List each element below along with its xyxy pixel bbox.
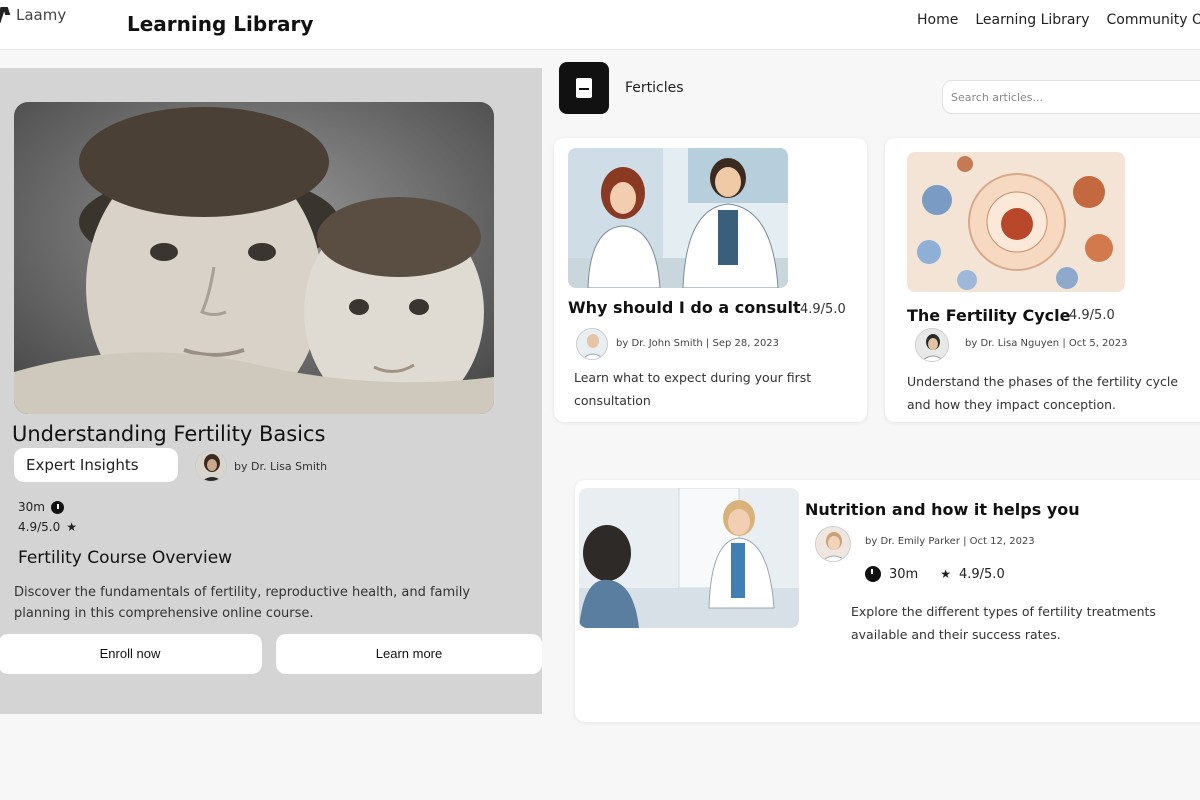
overview-heading: Fertility Course Overview — [18, 548, 233, 568]
category-tag[interactable]: Expert Insights — [14, 448, 178, 482]
instructor-name: by Dr. Lisa Smith — [234, 460, 328, 473]
clock-icon — [50, 500, 64, 514]
article-image — [579, 488, 799, 628]
article-stats: 30m ★ 4.9/5.0 — [865, 566, 1005, 582]
article-description: Understand the phases of the fertility c… — [907, 374, 1179, 412]
clock-icon — [865, 566, 881, 582]
top-navbar: Laamy Learning Library Home Learning Lib… — [0, 0, 1200, 50]
article-meta: by Dr. John Smith | Sep 28, 2023 — [616, 338, 780, 349]
article-description: Explore the different types of fertility… — [851, 604, 1156, 642]
articles-section-label: Ferticles — [625, 80, 684, 96]
main-nav: Home Learning Library Community O — [917, 12, 1200, 28]
nav-home[interactable]: Home — [917, 12, 958, 28]
articles-icon — [559, 62, 609, 114]
logo-text: Laamy — [16, 6, 67, 24]
article-meta: by Dr. Emily Parker | Oct 12, 2023 — [865, 536, 1035, 547]
star-icon: ★ — [66, 520, 77, 534]
rating-row: 4.9/5.0 ★ — [18, 520, 77, 534]
nav-learning-library[interactable]: Learning Library — [975, 12, 1089, 28]
rating-value: 4.9/5.0 — [18, 520, 61, 534]
article-description: Learn what to expect during your first c… — [574, 370, 812, 408]
article-image — [907, 152, 1125, 292]
article-title[interactable]: Nutrition and how it helps you — [805, 500, 1080, 519]
nav-community[interactable]: Community O — [1107, 12, 1200, 28]
article-meta: by Dr. Lisa Nguyen | Oct 5, 2023 — [965, 338, 1128, 349]
author-avatar — [815, 526, 851, 562]
course-title: Understanding Fertility Basics — [12, 422, 326, 446]
rating-value: 4.9/5.0 — [958, 566, 1005, 582]
article-title[interactable]: The Fertility Cycle — [907, 306, 1071, 325]
author-avatar — [576, 328, 608, 360]
overview-description: Discover the fundamentals of fertility, … — [14, 585, 471, 621]
article-title[interactable]: Why should I do a consult — [568, 298, 801, 317]
article-rating: 4.9/5.0 — [800, 302, 846, 317]
app-logo[interactable]: Laamy — [0, 6, 66, 24]
article-card[interactable]: Nutrition and how it helps you by Dr. Em… — [575, 480, 1200, 722]
enroll-button[interactable]: Enroll now — [0, 634, 262, 674]
featured-course-image — [14, 102, 494, 414]
author-avatar — [915, 328, 949, 362]
page-title: Learning Library — [127, 12, 314, 36]
featured-course-panel: Understanding Fertility Basics Expert In… — [0, 68, 542, 714]
article-rating: 4.9/5.0 — [1069, 308, 1115, 323]
article-card[interactable]: Why should I do a consult 4.9/5.0 by Dr.… — [554, 138, 867, 422]
duration-value: 30m — [18, 500, 45, 514]
logo-icon — [0, 7, 10, 23]
duration-value: 30m — [889, 566, 919, 582]
learn-more-button[interactable]: Learn more — [276, 634, 542, 674]
search-input[interactable] — [942, 80, 1200, 114]
article-card[interactable]: The Fertility Cycle 4.9/5.0 by Dr. Lisa … — [885, 138, 1200, 422]
article-image — [568, 148, 788, 288]
duration-row: 30m — [18, 500, 64, 514]
star-icon: ★ — [940, 567, 951, 581]
instructor-avatar — [195, 450, 227, 482]
